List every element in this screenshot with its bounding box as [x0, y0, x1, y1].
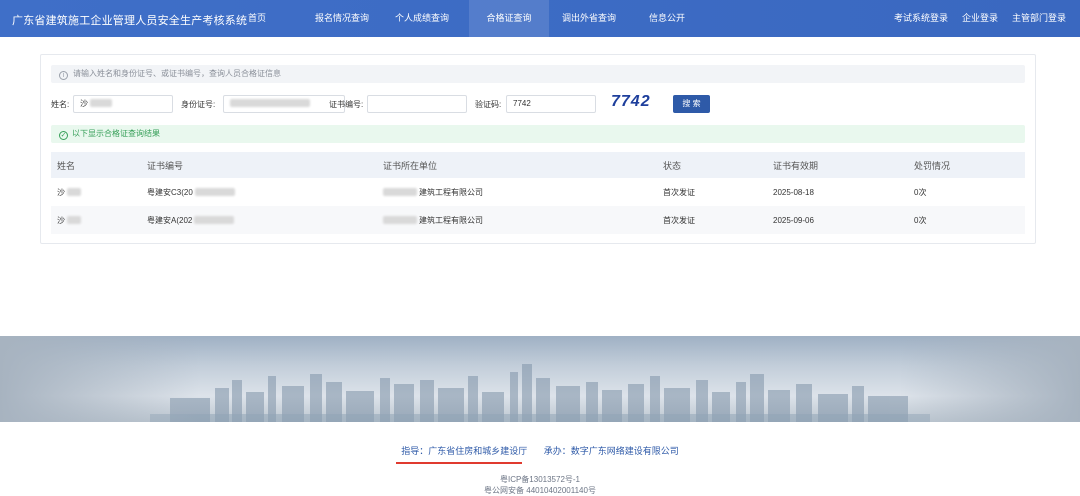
banner-fade-left: [0, 336, 200, 422]
search-tip: i 请输入姓名和身份证号、或证书编号，查询人员合格证信息: [51, 65, 1025, 83]
banner-fade-right: [900, 336, 1080, 422]
search-tip-text: 请输入姓名和身份证号、或证书编号，查询人员合格证信息: [73, 69, 281, 78]
info-icon: i: [59, 71, 68, 80]
top-nav-bar: 广东省建筑施工企业管理人员安全生产考核系统 首页 报名情况查询 个人成绩查询 合…: [0, 0, 1080, 37]
redacted-cert-no: [194, 215, 235, 224]
nav-item-score-query[interactable]: 个人成绩查询: [387, 0, 457, 37]
col-cert-no: 证书编号: [147, 160, 184, 171]
city-skyline-banner: [0, 336, 1080, 422]
redacted-company: [383, 187, 417, 196]
nav-item-home[interactable]: 首页: [232, 0, 282, 37]
row-penalty: 0次: [914, 187, 927, 197]
redacted-cert-no: [194, 187, 235, 196]
app-title: 广东省建筑施工企业管理人员安全生产考核系统: [12, 15, 248, 27]
certificate-query-panel: i 请输入姓名和身份证号、或证书编号，查询人员合格证信息 姓名: 沙 身份证号: …: [40, 54, 1036, 244]
cert-number-label: 证书编号:: [329, 100, 364, 109]
row-status: 首次发证: [663, 187, 695, 197]
name-label: 姓名:: [51, 100, 70, 109]
login-links: 考试系统登录 企业登录 主管部门登录: [894, 0, 1066, 37]
footer-links: 指导：广东省住房和城乡建设厅 承办：数字广东网络建设有限公司: [0, 444, 1080, 457]
redacted-id-number: [230, 99, 310, 107]
table-row[interactable]: 沙 粤建安A(202 建筑工程有限公司 首次发证 2025-09-06 0次: [51, 206, 1025, 234]
captcha-image[interactable]: 7742: [611, 93, 651, 111]
result-tip-text: 以下显示合格证查询结果: [72, 129, 160, 138]
col-valid: 证书有效期: [773, 160, 819, 171]
cert-number-input[interactable]: [367, 95, 467, 113]
id-label: 身份证号:: [181, 100, 216, 109]
table-row[interactable]: 沙 粤建安C3(20 建筑工程有限公司 首次发证 2025-08-18 0次: [51, 178, 1025, 206]
company-login-link[interactable]: 企业登录: [962, 0, 998, 37]
result-table: 姓名 证书编号 证书所在单位 状态 证书有效期 处罚情况 沙 粤建安C3(20 …: [51, 152, 1025, 234]
redacted-name: [67, 187, 81, 196]
row-company: 建筑工程有限公司: [419, 187, 483, 197]
search-form: 姓名: 沙 身份证号: 证书编号: 验证码: 7742 7742 搜 索: [51, 93, 1025, 115]
name-input[interactable]: 沙: [73, 95, 173, 113]
table-header-row: 姓名 证书编号 证书所在单位 状态 证书有效期 处罚情况: [51, 152, 1025, 178]
search-button[interactable]: 搜 索: [673, 95, 710, 113]
footer-info: 粤ICP备13013572号-1 粤公网安备 44010402001140号: [0, 474, 1080, 496]
row-status: 首次发证: [663, 215, 695, 225]
row-name: 沙: [57, 215, 65, 225]
footer-highlight-underline: [396, 462, 522, 464]
icp-record-link[interactable]: 粤ICP备13013572号-1: [0, 474, 1080, 485]
col-company: 证书所在单位: [383, 160, 438, 171]
row-penalty: 0次: [914, 215, 927, 225]
redacted-name: [90, 99, 112, 107]
authority-login-link[interactable]: 主管部门登录: [1012, 0, 1066, 37]
nav-item-transfer-query[interactable]: 调出外省查询: [549, 0, 629, 37]
main-nav: 首页 报名情况查询 个人成绩查询 合格证查询 调出外省查询 信息公开: [232, 0, 697, 37]
row-valid-date: 2025-08-18: [773, 187, 814, 197]
nav-item-certificate-query[interactable]: 合格证查询: [469, 0, 549, 37]
id-number-input[interactable]: [223, 95, 345, 113]
redacted-name: [67, 215, 81, 224]
footer-organizer-link[interactable]: 承办：数字广东网络建设有限公司: [544, 446, 679, 456]
nav-item-info-public[interactable]: 信息公开: [637, 0, 697, 37]
redacted-company: [383, 215, 417, 224]
col-status: 状态: [663, 160, 682, 171]
captcha-label: 验证码:: [475, 100, 502, 109]
row-company: 建筑工程有限公司: [419, 215, 483, 225]
exam-system-login-link[interactable]: 考试系统登录: [894, 0, 948, 37]
nav-item-registration-query[interactable]: 报名情况查询: [302, 0, 382, 37]
footer-guide-link[interactable]: 指导：广东省住房和城乡建设厅: [401, 446, 527, 456]
success-check-icon: ✓: [59, 131, 68, 140]
row-name: 沙: [57, 187, 65, 197]
row-cert-no: 粤建安A(202: [147, 215, 193, 225]
col-penalty: 处罚情况: [914, 160, 951, 171]
name-input-value: 沙: [80, 99, 88, 108]
col-name: 姓名: [57, 160, 76, 171]
police-record-link[interactable]: 粤公网安备 44010402001140号: [0, 485, 1080, 496]
result-tip: ✓ 以下显示合格证查询结果: [51, 125, 1025, 143]
row-cert-no: 粤建安C3(20: [147, 187, 193, 197]
row-valid-date: 2025-09-06: [773, 215, 814, 225]
captcha-input[interactable]: 7742: [506, 95, 596, 113]
